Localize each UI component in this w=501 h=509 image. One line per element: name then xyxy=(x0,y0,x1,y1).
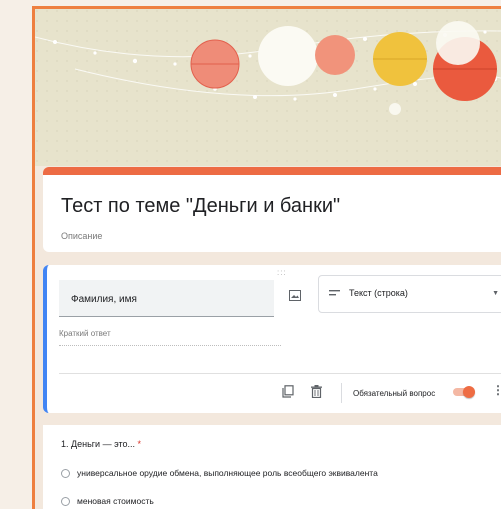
footer-separator xyxy=(341,383,342,403)
required-label: Обязательный вопрос xyxy=(353,389,436,398)
question-card[interactable]: 1. Деньги — это... * универсальное оруди… xyxy=(43,425,501,509)
form-description[interactable]: Описание xyxy=(61,231,102,241)
form-title-card[interactable]: Тест по теме "Деньги и банки" Описание xyxy=(43,175,501,252)
lanterns-illustration xyxy=(35,9,501,166)
option-label: меновая стоимость xyxy=(77,496,154,506)
title-accent-bar xyxy=(43,167,501,175)
footer-divider xyxy=(59,373,501,374)
option-label: универсальное орудие обмена, выполняющее… xyxy=(77,468,378,478)
required-asterisk: * xyxy=(137,439,142,449)
radio-button[interactable] xyxy=(61,497,70,507)
drag-handle[interactable]: ::: xyxy=(277,268,287,277)
trash-icon[interactable] xyxy=(311,385,322,398)
image-icon[interactable] xyxy=(289,290,301,301)
question-title-value: Фамилия, имя xyxy=(71,294,137,305)
radio-option[interactable]: универсальное орудие обмена, выполняющее… xyxy=(61,468,378,479)
question-title: 1. Деньги — это... * xyxy=(61,439,141,449)
required-toggle[interactable] xyxy=(453,386,475,398)
form-frame: Тест по теме "Деньги и банки" Описание :… xyxy=(32,6,501,509)
short-answer-placeholder: Краткий ответ xyxy=(59,329,281,346)
radio-option[interactable]: меновая стоимость xyxy=(61,496,154,507)
chevron-down-icon: ▼ xyxy=(492,290,499,297)
question-type-dropdown[interactable]: Текст (строка) ▼ xyxy=(318,275,501,313)
question-title-text: 1. Деньги — это... xyxy=(61,439,135,449)
toggle-knob xyxy=(463,386,475,398)
radio-button[interactable] xyxy=(61,469,70,479)
question-type-label: Текст (строка) xyxy=(349,288,408,298)
copy-icon[interactable] xyxy=(282,385,294,398)
more-options-icon[interactable]: ⋮ xyxy=(492,384,501,396)
form-title[interactable]: Тест по теме "Деньги и банки" xyxy=(61,195,340,218)
question-editor-card[interactable]: ::: Фамилия, имя Текст (строка) ▼ Кратки… xyxy=(43,265,501,413)
short-text-icon xyxy=(329,290,340,296)
question-title-field[interactable]: Фамилия, имя xyxy=(59,280,274,317)
header-banner xyxy=(35,9,501,166)
